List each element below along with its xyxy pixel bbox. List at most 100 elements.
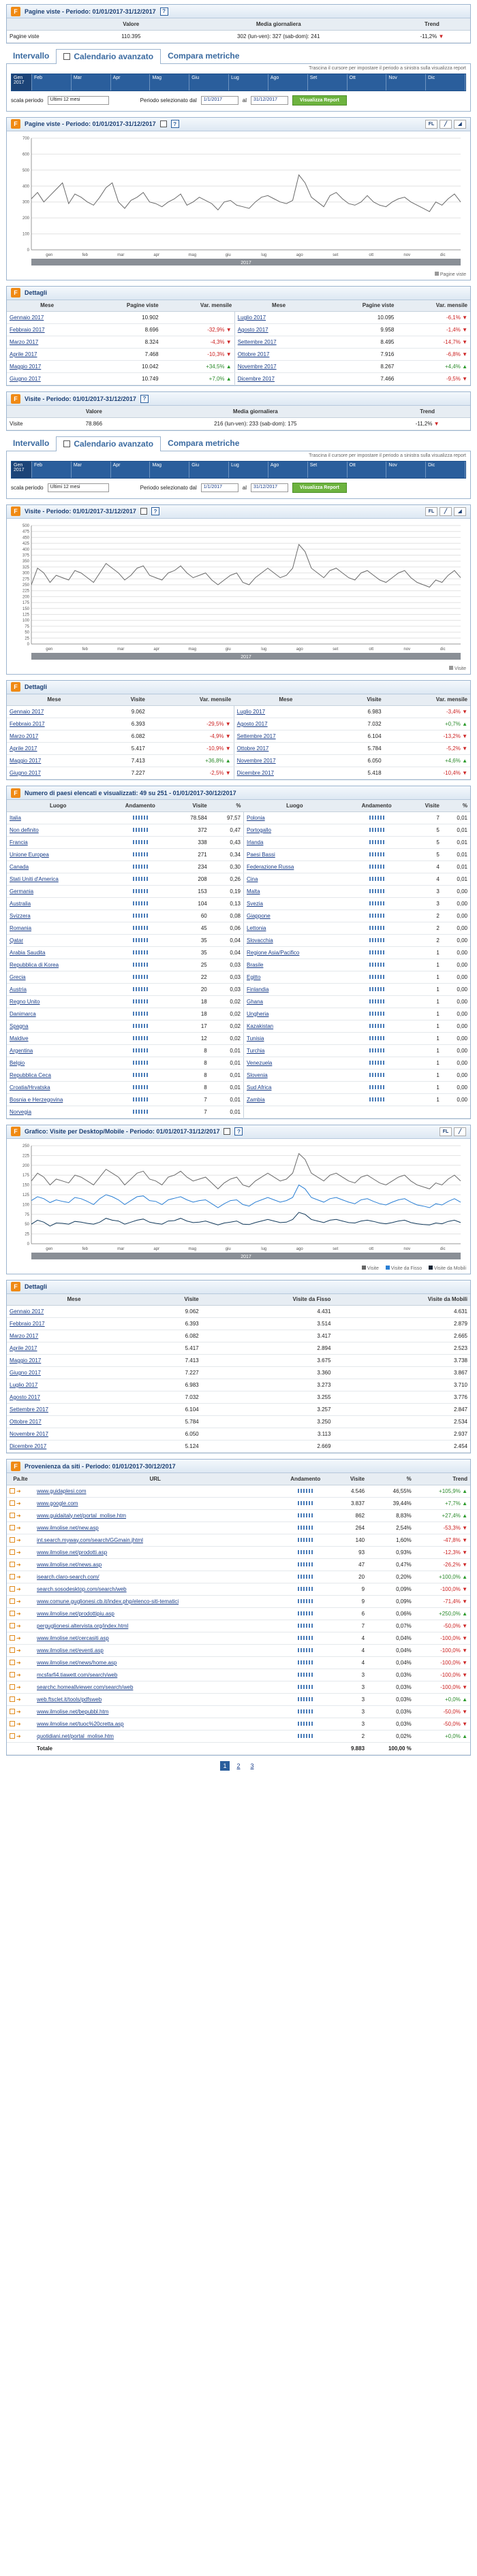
trend-sparkline-icon[interactable] xyxy=(298,1513,313,1518)
page-icon[interactable] xyxy=(10,1623,15,1629)
country-link[interactable]: Federazione Russa xyxy=(247,864,294,870)
trend-sparkline-icon[interactable] xyxy=(298,1575,313,1579)
arrow-icon[interactable]: ➜ xyxy=(16,1488,21,1494)
month-link[interactable]: Ottobre 2017 xyxy=(10,1419,42,1425)
page-icon[interactable] xyxy=(10,1660,15,1666)
month-link[interactable]: Dicembre 2017 xyxy=(238,376,275,382)
trend-sparkline-icon[interactable] xyxy=(298,1697,313,1702)
tab-calendario-avanzato[interactable]: Calendario avanzato xyxy=(56,436,161,451)
month-link[interactable]: Novembre 2017 xyxy=(10,1431,48,1437)
month-link[interactable]: Maggio 2017 xyxy=(10,758,41,764)
country-link[interactable]: Ungheria xyxy=(247,1011,268,1017)
page-icon[interactable] xyxy=(10,1598,15,1605)
line-chart-icon[interactable]: ╱ xyxy=(454,1127,466,1136)
country-link[interactable]: Regno Unito xyxy=(10,999,40,1005)
country-link[interactable]: Stati Uniti d'America xyxy=(10,876,59,882)
month-cell[interactable]: Lug xyxy=(229,461,268,478)
page-icon[interactable] xyxy=(10,1513,15,1519)
country-link[interactable]: Egitto xyxy=(247,974,260,980)
month-link[interactable]: Dicembre 2017 xyxy=(10,1443,46,1449)
page-link[interactable]: 1 xyxy=(220,1760,230,1771)
trend-sparkline-icon[interactable] xyxy=(369,1048,384,1053)
arrow-icon[interactable]: ➜ xyxy=(16,1709,21,1715)
help-icon[interactable]: ? xyxy=(151,507,159,515)
month-link[interactable]: Novembre 2017 xyxy=(238,364,277,370)
month-link[interactable]: Agosto 2017 xyxy=(237,721,268,727)
fl-button[interactable]: FL xyxy=(425,119,437,129)
month-link[interactable]: Gennaio 2017 xyxy=(10,1308,44,1315)
trend-sparkline-icon[interactable] xyxy=(369,938,384,943)
trend-sparkline-icon[interactable] xyxy=(132,816,148,820)
month-cell[interactable]: Gen 2017 xyxy=(12,74,32,91)
referrer-link[interactable]: www.ilmolise.net/news.asp xyxy=(37,1562,102,1568)
month-link[interactable]: Settembre 2017 xyxy=(237,733,276,739)
page-icon[interactable] xyxy=(10,1549,15,1556)
trend-sparkline-icon[interactable] xyxy=(369,852,384,857)
trend-sparkline-icon[interactable] xyxy=(132,950,148,955)
country-link[interactable]: Qatar xyxy=(10,937,23,944)
month-slider[interactable]: Gen 2017 Feb Mar Apr Mag Giu Lug Ago Set Ott Nov Di… xyxy=(11,73,466,91)
trend-sparkline-icon[interactable] xyxy=(132,889,148,894)
help-icon[interactable]: ? xyxy=(159,7,168,16)
area-chart-icon[interactable]: ◢ xyxy=(454,119,466,129)
trend-sparkline-icon[interactable] xyxy=(132,926,148,931)
trend-sparkline-icon[interactable] xyxy=(132,963,148,967)
period-select[interactable]: Ultimi 12 mesi xyxy=(47,95,109,105)
trend-sparkline-icon[interactable] xyxy=(132,1012,148,1016)
month-link[interactable]: Giugno 2017 xyxy=(10,376,41,382)
trend-sparkline-icon[interactable] xyxy=(369,914,384,918)
month-cell[interactable]: Giu xyxy=(189,461,230,478)
month-link[interactable]: Ottobre 2017 xyxy=(237,745,269,752)
country-link[interactable]: Sud Africa xyxy=(247,1084,271,1091)
month-link[interactable]: Luglio 2017 xyxy=(238,315,266,321)
trend-sparkline-icon[interactable] xyxy=(132,914,148,918)
trend-sparkline-icon[interactable] xyxy=(369,963,384,967)
page-icon[interactable] xyxy=(10,1525,15,1531)
month-link[interactable]: Marzo 2017 xyxy=(10,339,38,345)
referrer-link[interactable]: www.guidaitaly.net/portal_molise.htm xyxy=(37,1513,126,1519)
country-link[interactable]: Brasile xyxy=(247,962,263,968)
arrow-icon[interactable]: ➜ xyxy=(16,1696,21,1703)
country-link[interactable]: Venezuela xyxy=(247,1060,272,1066)
referrer-link[interactable]: www.ilmolise.net/eventi.asp xyxy=(37,1647,104,1654)
country-link[interactable]: Germania xyxy=(10,888,33,895)
trend-sparkline-icon[interactable] xyxy=(369,1012,384,1016)
trend-sparkline-icon[interactable] xyxy=(369,1085,384,1090)
trend-sparkline-icon[interactable] xyxy=(132,828,148,833)
country-link[interactable]: Italia xyxy=(10,815,21,821)
tab-intervallo[interactable]: Intervallo xyxy=(6,49,56,63)
month-link[interactable]: Febbraio 2017 xyxy=(10,1321,45,1327)
line-chart-icon[interactable]: ╱ xyxy=(440,506,452,516)
country-link[interactable]: Turchia xyxy=(247,1048,264,1054)
trend-sparkline-icon[interactable] xyxy=(298,1562,313,1567)
month-link[interactable]: Maggio 2017 xyxy=(10,1357,41,1364)
referrer-link[interactable]: www.comune.guglionesi.cb.it/index.php/el… xyxy=(37,1598,179,1605)
country-link[interactable]: Argentina xyxy=(10,1048,33,1054)
country-link[interactable]: Cina xyxy=(247,876,258,882)
month-link[interactable]: Settembre 2017 xyxy=(238,339,277,345)
trend-sparkline-icon[interactable] xyxy=(298,1685,313,1690)
month-link[interactable]: Dicembre 2017 xyxy=(237,770,274,776)
month-link[interactable]: Ottobre 2017 xyxy=(238,351,270,357)
area-chart-icon[interactable]: ◢ xyxy=(454,506,466,516)
arrow-icon[interactable]: ➜ xyxy=(16,1574,21,1580)
trend-sparkline-icon[interactable] xyxy=(298,1734,313,1739)
referrer-link[interactable]: www.ilmolise.net/cercasiti.asp xyxy=(37,1635,109,1641)
month-link[interactable]: Marzo 2017 xyxy=(10,733,38,739)
month-cell[interactable]: Dic xyxy=(426,74,465,91)
month-link[interactable]: Agosto 2017 xyxy=(10,1394,40,1400)
month-cell[interactable]: Lug xyxy=(229,74,268,91)
page-link[interactable]: 3 xyxy=(247,1761,257,1771)
trend-sparkline-icon[interactable] xyxy=(298,1550,313,1555)
month-link[interactable]: Febbraio 2017 xyxy=(10,721,45,727)
month-cell[interactable]: Gen 2017 xyxy=(12,461,32,478)
month-cell[interactable]: Mag xyxy=(150,74,190,91)
arrow-icon[interactable]: ➜ xyxy=(16,1500,21,1507)
trend-sparkline-icon[interactable] xyxy=(132,975,148,980)
country-link[interactable]: Kazakistan xyxy=(247,1023,273,1029)
trend-sparkline-icon[interactable] xyxy=(369,877,384,882)
month-cell[interactable]: Set xyxy=(308,74,348,91)
month-cell[interactable]: Apr xyxy=(111,74,151,91)
arrow-icon[interactable]: ➜ xyxy=(16,1684,21,1690)
country-link[interactable]: Polonia xyxy=(247,815,265,821)
